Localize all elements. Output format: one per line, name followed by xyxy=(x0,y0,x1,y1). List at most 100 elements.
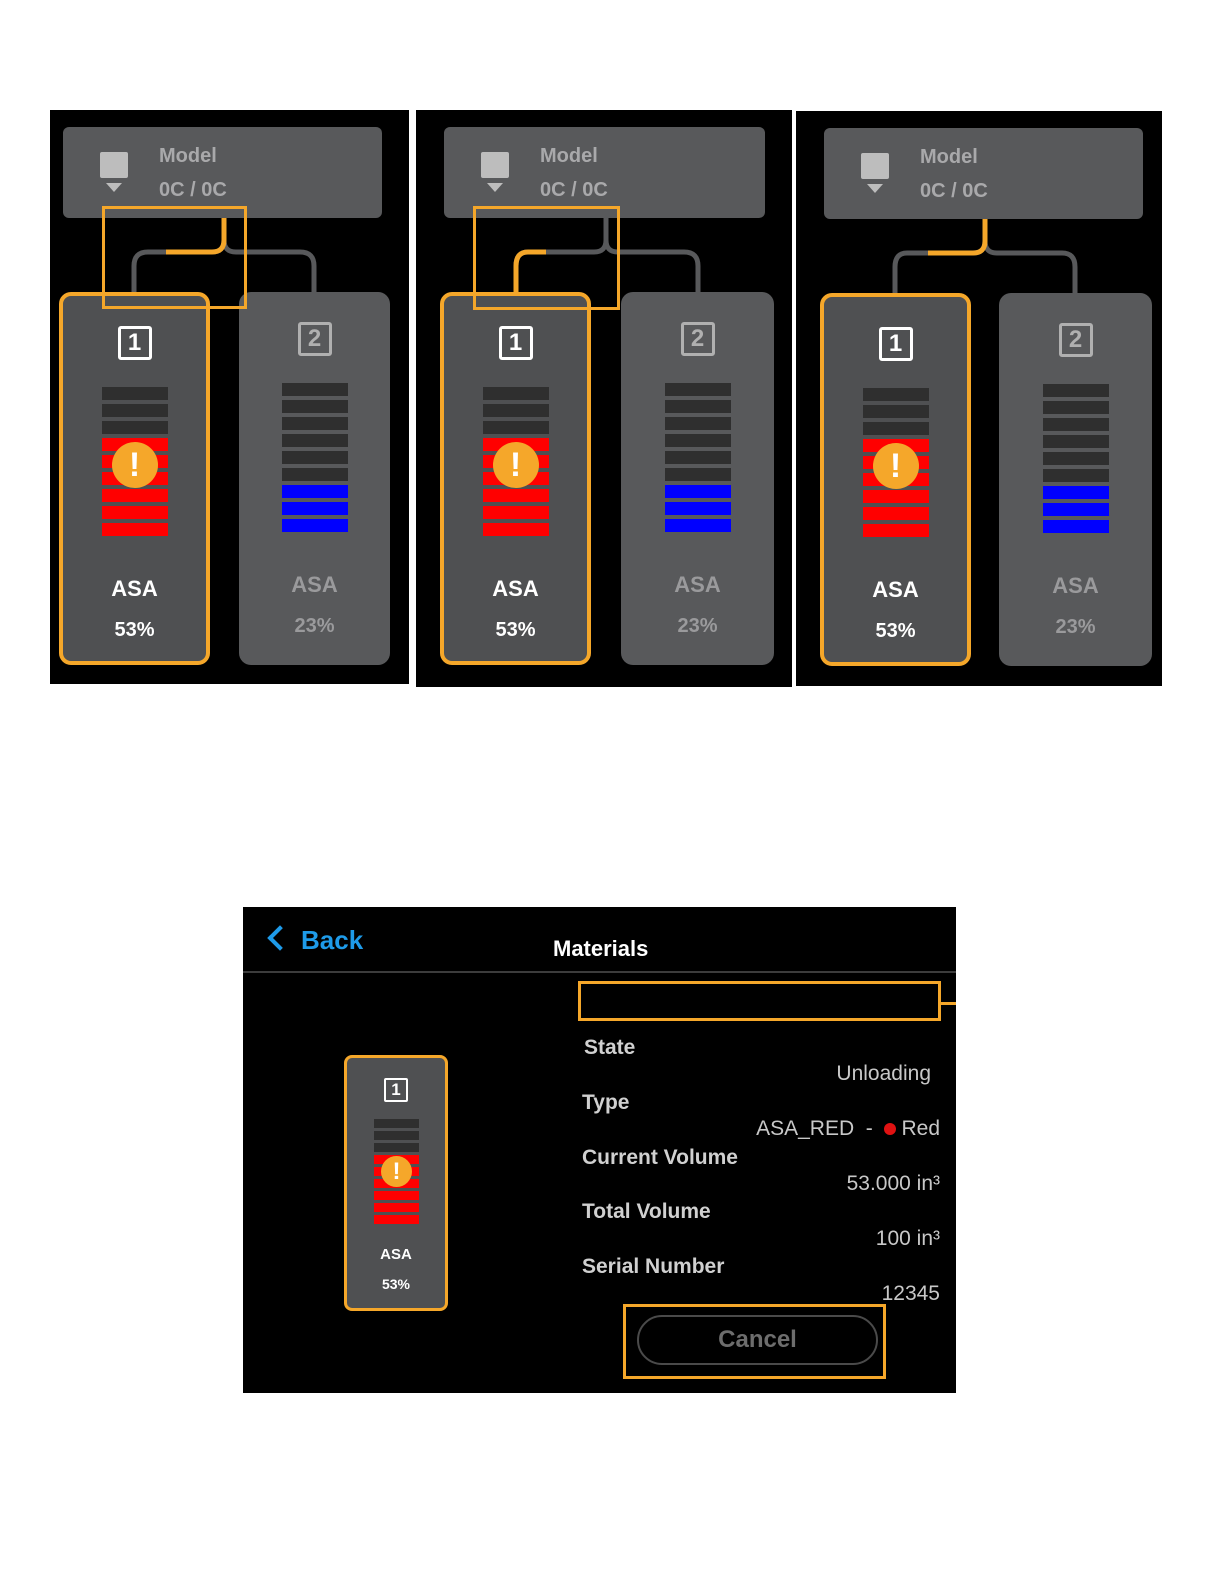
material-percent: 53% xyxy=(381,1276,411,1292)
bay-number-badge: 1 xyxy=(117,326,152,360)
material-bay-2[interactable]: 2 ASA 23% xyxy=(621,292,774,665)
material-percent: 53% xyxy=(875,620,916,642)
gauge-segment xyxy=(482,506,549,519)
material-name: ASA xyxy=(291,572,338,597)
material-name: ASA xyxy=(492,576,539,601)
page-title: Materials xyxy=(553,936,649,961)
warning-icon: ! xyxy=(111,442,158,488)
gauge-segment xyxy=(664,383,731,396)
material-bay-1[interactable]: 1 ! ASA 53% xyxy=(59,292,210,665)
material-name: ASA xyxy=(380,1246,412,1263)
material-name: ASA xyxy=(1052,573,1099,598)
state-value: Unloading xyxy=(836,1062,931,1085)
type-value: ASA_RED - Red xyxy=(756,1117,940,1141)
gauge-segment xyxy=(862,422,929,435)
gauge-segment xyxy=(281,451,348,464)
status-panel-2: Model 0C / 0C 1 ! ASA 53% 2 ASA 23% xyxy=(416,110,792,687)
gauge-segment xyxy=(1042,452,1109,465)
material-name: ASA xyxy=(674,572,721,597)
gauge-segment xyxy=(374,1203,419,1212)
bay-number-badge: 2 xyxy=(1058,323,1093,357)
gauge-segment xyxy=(482,404,549,417)
material-name: ASA xyxy=(111,576,158,601)
selected-material-bay: 1 ! ASA 53% xyxy=(344,1055,448,1311)
material-percent: 53% xyxy=(495,619,536,641)
nozzle-icon xyxy=(481,152,509,192)
gauge-segment xyxy=(101,404,168,417)
serial-number-label: Serial Number xyxy=(582,1255,725,1278)
gauge-segment xyxy=(281,383,348,396)
model-temperature: 0C / 0C xyxy=(540,179,608,201)
gauge-segment xyxy=(482,523,549,536)
gauge-segment xyxy=(101,421,168,434)
gauge-segment xyxy=(1042,418,1109,431)
gauge-segment xyxy=(281,434,348,447)
material-bay-2[interactable]: 2 ASA 23% xyxy=(239,292,390,665)
gauge-segment xyxy=(1042,503,1109,516)
model-temperature: 0C / 0C xyxy=(159,179,227,201)
gauge-segment xyxy=(1042,486,1109,499)
gauge-segment xyxy=(862,507,929,520)
material-bay-1[interactable]: 1 ! ASA 53% xyxy=(820,293,971,666)
gauge-segment xyxy=(482,421,549,434)
total-volume-label: Total Volume xyxy=(582,1200,711,1223)
gauge-segment xyxy=(482,387,549,400)
gauge-segment xyxy=(101,489,168,502)
materials-detail-screen: Back Materials 1 ! ASA 53% State Unloadi… xyxy=(243,907,956,1393)
current-volume-value: 53.000 in³ xyxy=(846,1172,940,1195)
material-bay-2[interactable]: 2 ASA 23% xyxy=(999,293,1152,666)
state-label: State xyxy=(584,1036,636,1059)
model-head-card[interactable]: Model 0C / 0C xyxy=(444,127,765,218)
type-name: ASA_RED xyxy=(756,1117,855,1140)
gauge-segment xyxy=(862,388,929,401)
nozzle-icon xyxy=(861,153,889,193)
gauge-segment xyxy=(374,1143,419,1152)
gauge-segment xyxy=(374,1119,419,1128)
model-label: Model xyxy=(540,145,598,167)
material-percent: 23% xyxy=(677,615,718,637)
type-label: Type xyxy=(582,1091,630,1114)
gauge-segment xyxy=(664,468,731,481)
gauge-segment xyxy=(862,524,929,537)
bay-number-badge: 1 xyxy=(498,326,533,360)
nozzle-icon xyxy=(100,152,128,192)
gauge-segment xyxy=(862,490,929,503)
level-gauge xyxy=(1042,384,1109,537)
material-percent: 53% xyxy=(114,619,155,641)
gauge-segment xyxy=(664,485,731,498)
header-divider xyxy=(243,971,956,973)
gauge-segment xyxy=(1042,469,1109,482)
status-panel-1: Model 0C / 0C 1 ! ASA 53% 2 ASA 23% xyxy=(50,110,409,684)
current-volume-label: Current Volume xyxy=(582,1146,738,1169)
gauge-segment xyxy=(281,502,348,515)
back-button[interactable]: Back xyxy=(265,925,363,956)
gauge-segment xyxy=(281,485,348,498)
color-swatch-icon xyxy=(884,1123,897,1135)
gauge-segment xyxy=(374,1191,419,1200)
gauge-segment xyxy=(101,523,168,536)
gauge-segment xyxy=(374,1215,419,1224)
gauge-segment xyxy=(374,1131,419,1140)
model-head-card[interactable]: Model 0C / 0C xyxy=(63,127,382,218)
gauge-segment xyxy=(664,502,731,515)
gauge-segment xyxy=(482,489,549,502)
warning-icon: ! xyxy=(381,1156,412,1187)
model-label: Model xyxy=(159,145,217,167)
total-volume-value: 100 in³ xyxy=(875,1227,940,1250)
gauge-segment xyxy=(281,519,348,532)
model-head-card[interactable]: Model 0C / 0C xyxy=(824,128,1143,219)
highlight-callout xyxy=(473,206,620,310)
status-panel-3: Model 0C / 0C 1 ! ASA 53% 2 ASA 23% xyxy=(796,111,1162,686)
type-separator: - xyxy=(865,1117,873,1140)
gauge-segment xyxy=(664,519,731,532)
serial-number-value: 12345 xyxy=(881,1282,940,1305)
bay-number-badge: 2 xyxy=(297,322,332,356)
bay-number-badge: 2 xyxy=(680,322,715,356)
model-temperature: 0C / 0C xyxy=(920,180,988,202)
gauge-segment xyxy=(281,468,348,481)
material-name: ASA xyxy=(872,577,919,602)
material-bay-1[interactable]: 1 ! ASA 53% xyxy=(440,292,591,665)
material-percent: 23% xyxy=(1055,616,1096,638)
highlight-callout xyxy=(102,206,247,309)
bay-number-badge: 1 xyxy=(384,1078,408,1102)
